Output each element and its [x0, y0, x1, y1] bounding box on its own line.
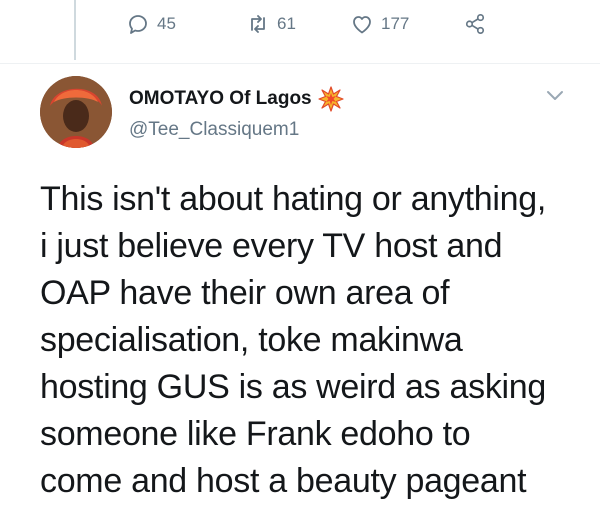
share-icon: [465, 14, 485, 34]
avatar[interactable]: [40, 76, 112, 148]
tweet-text-line: hosting GUS is as weird as asking: [40, 368, 546, 406]
retweet-icon: [251, 15, 265, 33]
tweet-action-bar: 45 61 177: [126, 12, 486, 36]
share-button[interactable]: [464, 13, 486, 35]
tweet-divider: [0, 63, 600, 64]
author-display-name[interactable]: OMOTAYO Of Lagos: [129, 86, 344, 112]
like-button[interactable]: 177: [350, 12, 464, 36]
reply-icon: [129, 15, 147, 34]
tweet-text-line: This isn't about hating or anything,: [40, 180, 547, 218]
tweet-text-line: OAP have their own area of: [40, 274, 450, 312]
reply-count: 45: [157, 14, 176, 33]
chevron-down-icon[interactable]: [546, 90, 564, 102]
tweet-text-line: specialisation, toke makinwa: [40, 321, 463, 359]
tweet-text-line: come and host a beauty pageant: [40, 462, 527, 500]
thread-line: [74, 0, 76, 60]
heart-icon: [353, 16, 371, 34]
tweet-text: This isn't about hating or anything, i j…: [40, 176, 585, 505]
retweet-count: 61: [277, 14, 296, 33]
like-count: 177: [381, 14, 410, 33]
collision-emoji-icon: [318, 86, 344, 112]
display-name-text: OMOTAYO Of Lagos: [129, 88, 312, 109]
tweet-text-line: i just believe every TV host and: [40, 227, 503, 265]
tweet-text-line: someone like Frank edoho to: [40, 415, 471, 453]
author-handle[interactable]: @Tee_Classiquem1: [129, 119, 299, 141]
avatar-image: [40, 76, 112, 148]
reply-button[interactable]: 45: [126, 12, 246, 36]
retweet-button[interactable]: 61: [246, 12, 350, 36]
